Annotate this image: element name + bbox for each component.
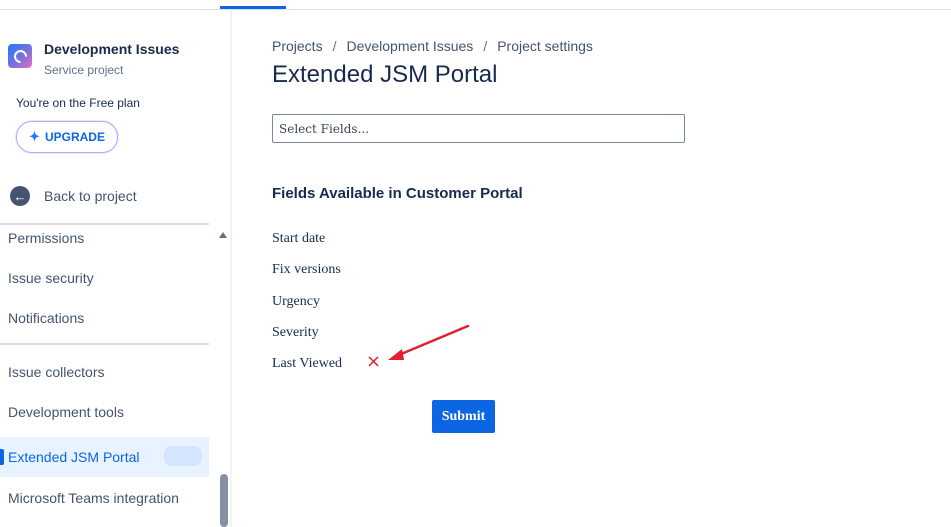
sidebar-item-microsoft-teams-integration[interactable]: Microsoft Teams integration (8, 490, 179, 506)
upgrade-label: UPGRADE (44, 130, 105, 144)
arrow-left-icon: ← (10, 186, 30, 206)
breadcrumb: Projects / Development Issues / Project sett… (272, 38, 593, 54)
project-name: Development Issues (44, 41, 180, 57)
project-type: Service project (44, 63, 124, 77)
scroll-up-arrow-icon[interactable] (219, 232, 227, 238)
field-last-viewed: Last Viewed (272, 356, 343, 371)
submit-button[interactable]: Submit (432, 400, 495, 433)
active-tab-indicator (220, 6, 286, 9)
upgrade-button[interactable]: ✦ UPGRADE (16, 121, 118, 153)
sidebar-item-issue-collectors[interactable]: Issue collectors (8, 364, 104, 380)
field-fix-versions: Fix versions (272, 262, 341, 277)
field-start-date: Start date (272, 231, 326, 246)
project-avatar-icon (8, 44, 32, 68)
sidebar-scrollbar[interactable] (220, 474, 228, 527)
sidebar-item-permissions[interactable]: Permissions (8, 230, 84, 246)
sidebar-item-extended-jsm-portal[interactable]: Extended JSM Portal (0, 437, 209, 477)
breadcrumb-projects[interactable]: Projects (272, 38, 323, 54)
section-title: Fields Available in Customer Portal (272, 185, 523, 202)
highlight-decoration (164, 446, 202, 466)
remove-field-close-icon[interactable]: × (366, 353, 381, 371)
annotation-arrow-icon (388, 324, 470, 360)
field-severity: Severity (272, 325, 319, 340)
sparkle-icon: ✦ (29, 129, 40, 144)
page-title: Extended JSM Portal (272, 61, 498, 88)
sidebar-item-issue-security[interactable]: Issue security (8, 270, 94, 286)
field-urgency: Urgency (272, 294, 320, 309)
sidebar-divider (0, 223, 209, 225)
project-header[interactable]: Development Issues Service project (8, 34, 179, 78)
sidebar-item-notifications[interactable]: Notifications (8, 310, 84, 326)
top-navigation-bar (0, 0, 951, 10)
back-to-project-link[interactable]: ← Back to project (10, 186, 137, 206)
sidebar-divider (0, 343, 209, 345)
breadcrumb-project-settings[interactable]: Project settings (497, 38, 593, 54)
sidebar-item-label: Extended JSM Portal (8, 449, 140, 465)
sidebar-border (230, 10, 232, 527)
breadcrumb-development-issues[interactable]: Development Issues (346, 38, 473, 54)
select-fields-dropdown[interactable]: Select Fields... (272, 114, 685, 143)
sidebar-item-development-tools[interactable]: Development tools (8, 404, 124, 420)
plan-text: You're on the Free plan (16, 96, 140, 110)
active-indicator (0, 449, 4, 465)
back-label: Back to project (44, 188, 137, 204)
